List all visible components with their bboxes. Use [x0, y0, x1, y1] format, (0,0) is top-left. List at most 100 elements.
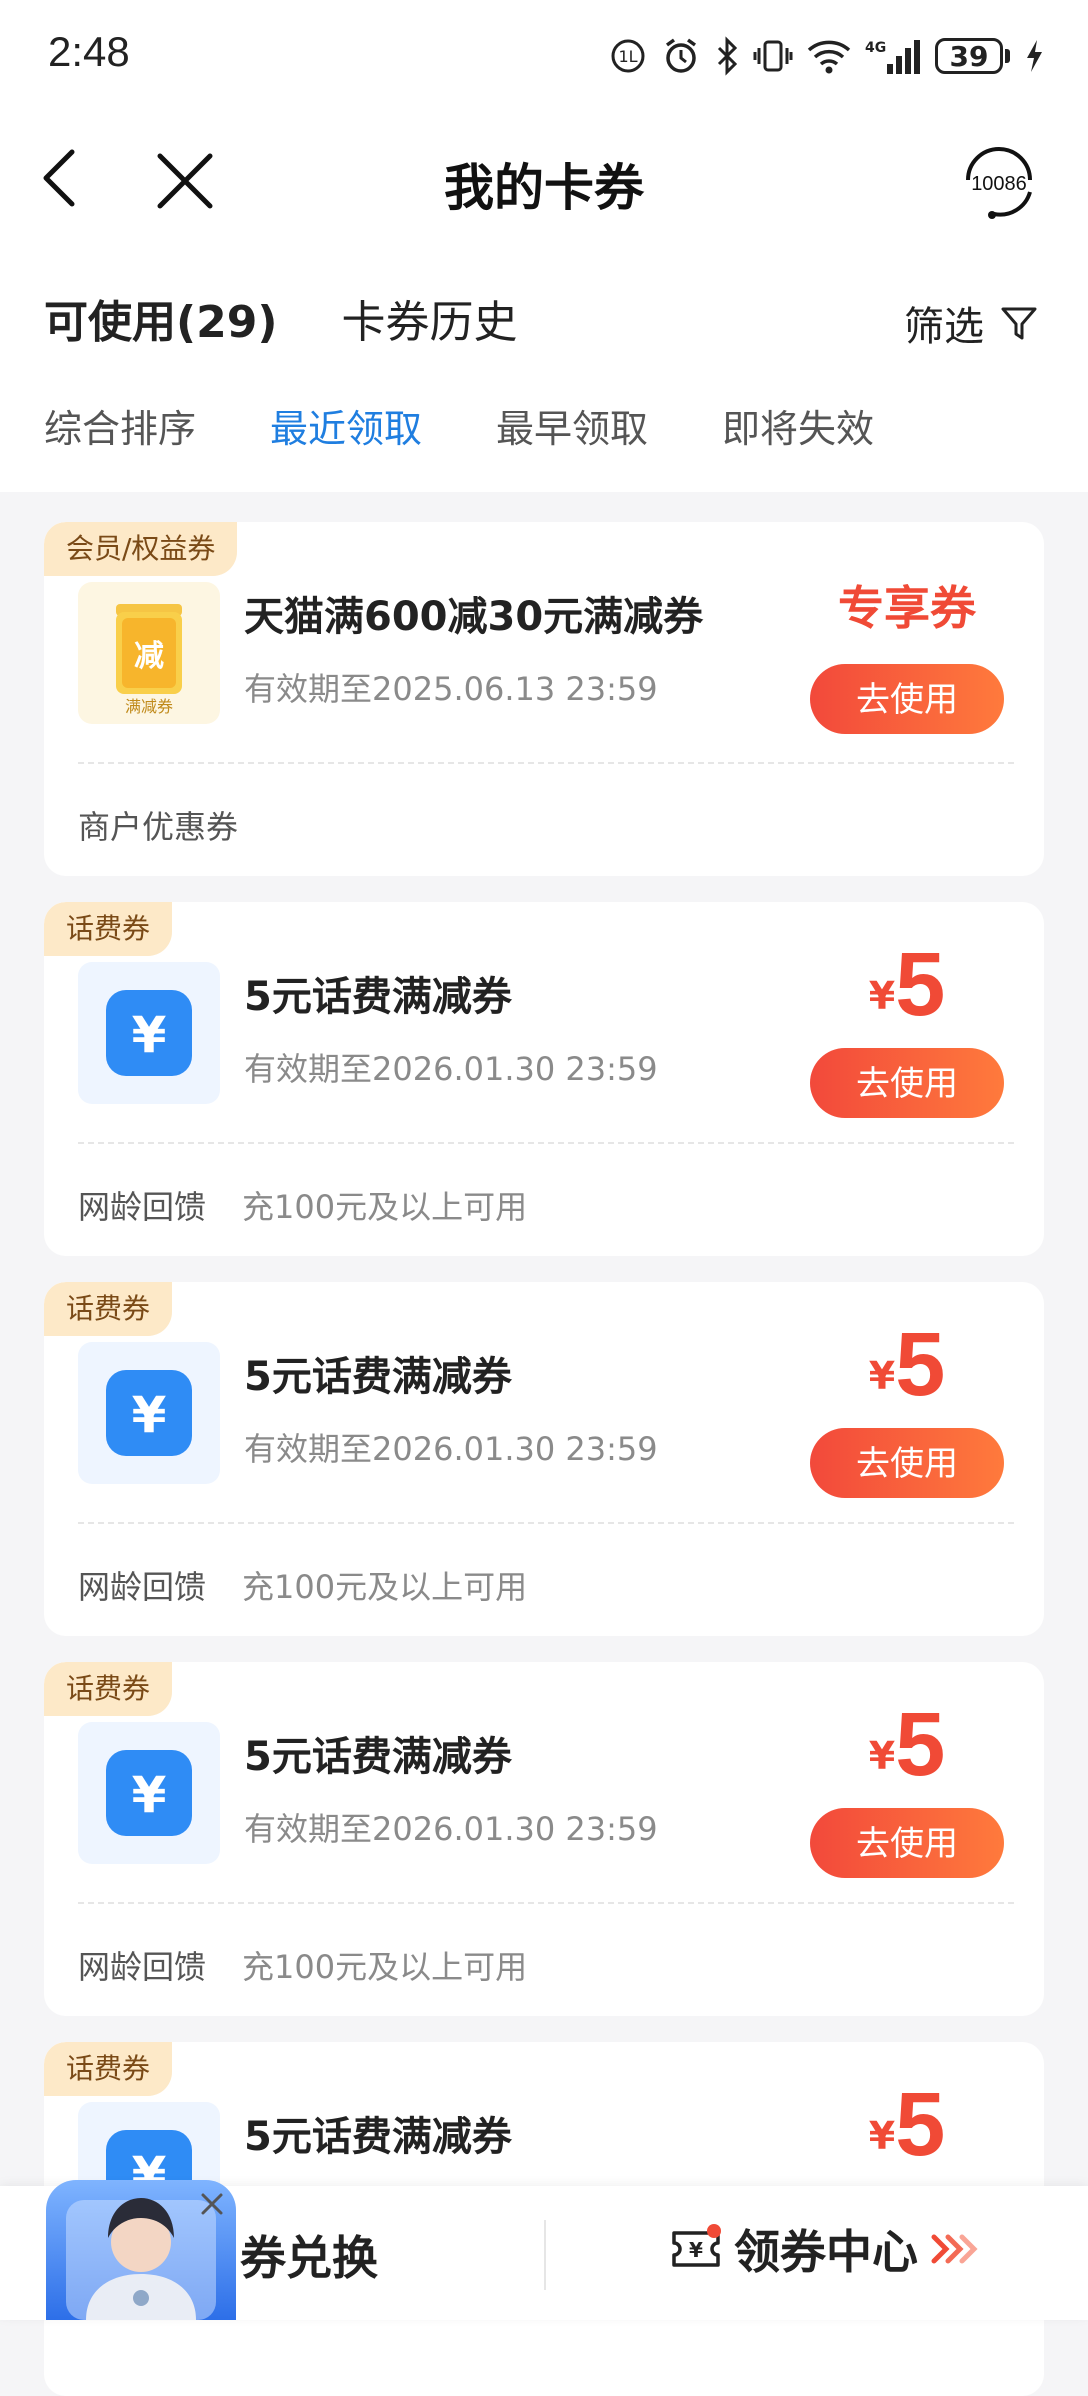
service-number: 10086: [971, 173, 1027, 195]
use-button[interactable]: 去使用: [810, 1048, 1004, 1118]
coupon-thumbnail: ¥: [78, 962, 220, 1104]
coupon-amount: ¥5: [810, 934, 1004, 1037]
divider: [78, 762, 1014, 764]
bluetooth-icon: [715, 36, 739, 76]
battery-level: 39: [935, 38, 1003, 74]
sort-options: 综合排序 最近领取 最早领取 即将失效: [44, 398, 874, 453]
coupon-title: 5元话费满减券: [244, 2114, 512, 2160]
filter-label: 筛选: [904, 304, 984, 350]
coupon-title: 5元话费满减券: [244, 974, 512, 1020]
coupon-icon-text: 减: [134, 639, 164, 674]
divider: [544, 2220, 546, 2290]
coupon-center-label: 领券中心: [734, 2225, 918, 2279]
sort-comprehensive[interactable]: 综合排序: [44, 398, 196, 453]
coupon-icon-subtext: 满减券: [125, 697, 173, 716]
headset-icon: 10086: [966, 147, 1032, 219]
double-chevron-right-icon: [931, 2234, 978, 2264]
coupon-thumbnail: 减 满减券: [78, 582, 220, 724]
divider: [78, 1902, 1014, 1904]
coupon-validity: 有效期至2025.06.13 23:59: [244, 670, 658, 708]
page-title: 我的卡券: [444, 159, 644, 217]
customer-service-button[interactable]: 10086: [956, 140, 1042, 226]
yuan-glyph: ¥: [132, 1006, 167, 1064]
sort-earliest[interactable]: 最早领取: [496, 398, 648, 453]
coupon-thumbnail: ¥: [78, 1722, 220, 1864]
alarm-icon: [661, 36, 701, 76]
use-button[interactable]: 去使用: [810, 1428, 1004, 1498]
svg-text:¥: ¥: [689, 2238, 703, 2262]
coupon-amount: ¥5: [810, 1694, 1004, 1797]
charging-icon: [1024, 38, 1044, 74]
battery-icon: 39: [935, 38, 1010, 74]
coupon-tag: 话费券: [44, 1282, 173, 1336]
tab-available[interactable]: 可使用(29): [44, 286, 277, 350]
coupon-center-button[interactable]: ¥ 领券中心: [668, 2216, 978, 2282]
status-icons: 1L 4G 39: [609, 30, 1044, 82]
amount-value: 5: [895, 2075, 946, 2175]
nav-bar: 我的卡券 10086: [0, 120, 1088, 240]
exclusive-badge: 专享券: [838, 581, 976, 635]
status-time: 2:48: [48, 28, 130, 75]
divider: [78, 1142, 1014, 1144]
amount-value: 5: [895, 1695, 946, 1795]
hd-call-icon: 1L: [609, 37, 647, 75]
coupon-validity: 有效期至2026.01.30 23:59: [244, 1430, 658, 1468]
svg-text:1L: 1L: [618, 47, 637, 66]
coupon-tag: 话费券: [44, 2042, 173, 2096]
ticket-icon: ¥: [672, 2224, 721, 2267]
yuan-icon: ¥: [106, 1750, 192, 1836]
coupon-source: 商户优惠券: [78, 808, 239, 846]
coupon-thumbnail: ¥: [78, 1342, 220, 1484]
header-area: 2:48 1L 4G 39 我的卡券 10086 可使用(29) 卡券历史 筛选…: [0, 0, 1088, 492]
coupon-source: 网龄回馈: [78, 1948, 207, 1986]
yuan-icon: ¥: [106, 990, 192, 1076]
assistant-avatar[interactable]: [46, 2180, 236, 2320]
coupon-footer: 商户优惠券: [78, 802, 238, 848]
currency-symbol: ¥: [868, 1354, 896, 1398]
amount-value: 5: [895, 1315, 946, 1415]
currency-symbol: ¥: [868, 1734, 896, 1778]
currency-symbol: ¥: [868, 974, 896, 1018]
coupon-amount: ¥5: [810, 1314, 1004, 1417]
filter-button[interactable]: 筛选: [904, 294, 1038, 352]
tab-history[interactable]: 卡券历史: [341, 286, 517, 350]
yuan-glyph: ¥: [132, 1386, 167, 1444]
coupon-footer: 网龄回馈 充100元及以上可用: [78, 1562, 527, 1608]
sort-recent[interactable]: 最近领取: [270, 398, 422, 453]
coupon-title: 5元话费满减券: [244, 1734, 512, 1780]
amount-value: 5: [895, 935, 946, 1035]
coupon-card[interactable]: 话费券 ¥ 5元话费满减券 有效期至2026.01.30 23:59 ¥5 去使…: [44, 1662, 1044, 2016]
coupon-tag: 话费券: [44, 902, 173, 956]
coupon-validity: 有效期至2026.01.30 23:59: [244, 1050, 658, 1088]
network-type-label: 4G: [865, 40, 886, 56]
coupon-source: 网龄回馈: [78, 1568, 207, 1606]
use-button[interactable]: 去使用: [810, 664, 1004, 734]
use-button[interactable]: 去使用: [810, 1808, 1004, 1878]
filter-icon: [1001, 307, 1037, 340]
coupon-tabs: 可使用(29) 卡券历史: [44, 286, 517, 350]
coupon-card[interactable]: 会员/权益券 减 满减券 天猫满600减30元满减券 有效期至2025.06.1…: [44, 522, 1044, 876]
coupon-amount: ¥5: [810, 2074, 1004, 2177]
wifi-icon: [807, 38, 851, 74]
close-icon[interactable]: [198, 2190, 226, 2218]
coupon-card[interactable]: 话费券 ¥ 5元话费满减券 有效期至2026.01.30 23:59 ¥5 去使…: [44, 902, 1044, 1256]
status-bar: 2:48 1L 4G 39: [0, 0, 1088, 110]
divider: [78, 1522, 1014, 1524]
coupon-condition: 充100元及以上可用: [242, 1568, 528, 1606]
coupon-condition: 充100元及以上可用: [242, 1948, 528, 1986]
discount-coupon-icon: 减 满减券: [116, 604, 182, 716]
coupon-tag: 话费券: [44, 1662, 173, 1716]
yuan-glyph: ¥: [132, 1766, 167, 1824]
coupon-title: 5元话费满减券: [244, 1354, 512, 1400]
exchange-coupon-button[interactable]: 券兑换: [240, 2222, 378, 2288]
coupon-validity: 有效期至2026.01.30 23:59: [244, 1810, 658, 1848]
cellular-signal-icon: 4G: [865, 36, 921, 76]
currency-symbol: ¥: [868, 2114, 896, 2158]
coupon-source: 网龄回馈: [78, 1188, 207, 1226]
coupon-card[interactable]: 话费券 ¥ 5元话费满减券 有效期至2026.01.30 23:59 ¥5 去使…: [44, 1282, 1044, 1636]
sort-expiring[interactable]: 即将失效: [722, 398, 874, 453]
coupon-tag: 会员/权益券: [44, 522, 238, 576]
vibrate-icon: [753, 36, 793, 76]
yuan-icon: ¥: [106, 1370, 192, 1456]
coupon-condition: 充100元及以上可用: [242, 1188, 528, 1226]
